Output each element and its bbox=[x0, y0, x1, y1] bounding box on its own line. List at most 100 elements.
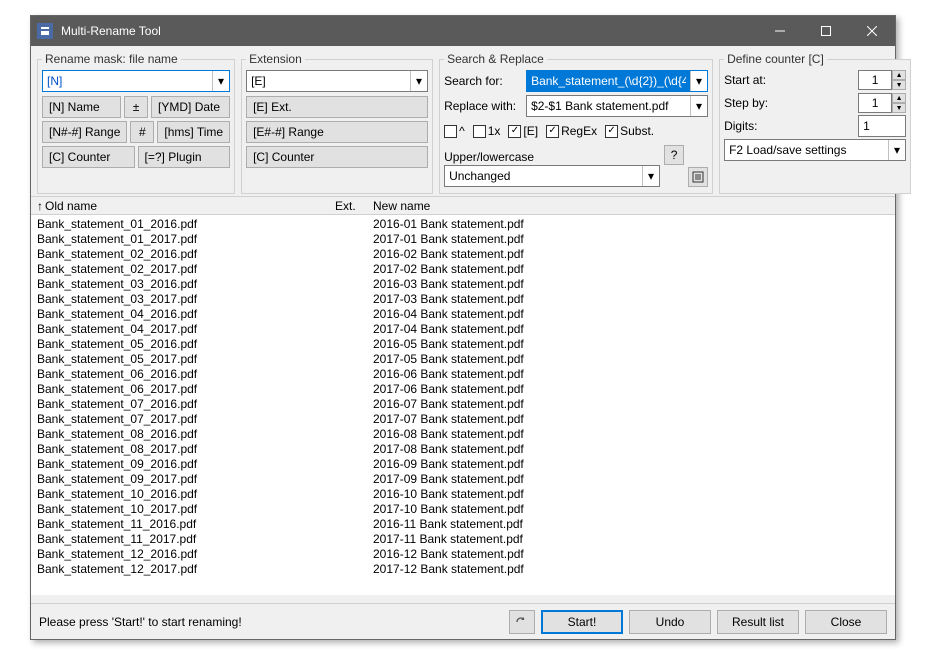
new-name-cell: 2016-07 Bank statement.pdf bbox=[373, 397, 889, 411]
ext-range-button[interactable]: [E#-#] Range bbox=[246, 121, 428, 143]
mask-range-button[interactable]: [N#-#] Range bbox=[42, 121, 127, 143]
new-name-cell: 2017-03 Bank statement.pdf bbox=[373, 292, 889, 306]
table-row[interactable]: Bank_statement_01_2016.pdf2016-01 Bank s… bbox=[37, 216, 889, 231]
app-window: Multi-Rename Tool Rename mask: file name… bbox=[30, 15, 896, 640]
extension-field[interactable] bbox=[247, 71, 410, 91]
table-row[interactable]: Bank_statement_02_2016.pdf2016-02 Bank s… bbox=[37, 246, 889, 261]
table-row[interactable]: Bank_statement_03_2016.pdf2016-03 Bank s… bbox=[37, 276, 889, 291]
extension-input[interactable]: ▾ bbox=[246, 70, 428, 92]
table-row[interactable]: Bank_statement_02_2017.pdf2017-02 Bank s… bbox=[37, 261, 889, 276]
column-ext[interactable]: Ext. bbox=[335, 199, 373, 213]
chevron-down-icon[interactable]: ▾ bbox=[642, 166, 659, 186]
table-row[interactable]: Bank_statement_12_2016.pdf2016-12 Bank s… bbox=[37, 546, 889, 561]
mask-hash-button[interactable]: # bbox=[130, 121, 154, 143]
status-message: Please press 'Start!' to start renaming! bbox=[39, 615, 503, 629]
old-name-cell: Bank_statement_11_2016.pdf bbox=[37, 517, 335, 531]
replace-with-input[interactable]: ▾ bbox=[526, 95, 708, 117]
result-list-button[interactable]: Result list bbox=[717, 610, 799, 634]
close-button[interactable]: Close bbox=[805, 610, 887, 634]
table-row[interactable]: Bank_statement_03_2017.pdf 2017-03 Bank s… bbox=[37, 291, 889, 306]
table-row[interactable]: Bank_statement_11_2017.pdf2017-11 Bank s… bbox=[37, 531, 889, 546]
table-row[interactable]: Bank_statement_12_2017.pdf2017-12 Bank s… bbox=[37, 561, 889, 576]
rename-mask-group: Rename mask: file name ▾ [N] Name ± [YMD… bbox=[37, 52, 235, 194]
table-row[interactable]: Bank_statement_11_2016.pdf2016-11 Bank s… bbox=[37, 516, 889, 531]
rename-mask-input[interactable]: ▾ bbox=[42, 70, 230, 92]
table-row[interactable]: Bank_statement_10_2017.pdf2017-10 Bank s… bbox=[37, 501, 889, 516]
start-button[interactable]: Start! bbox=[541, 610, 623, 634]
once-checkbox[interactable]: 1x bbox=[473, 124, 501, 138]
table-row[interactable]: Bank_statement_08_2017.pdf2017-08 Bank s… bbox=[37, 441, 889, 456]
new-name-cell: 2016-10 Bank statement.pdf bbox=[373, 487, 889, 501]
chevron-down-icon[interactable]: ▾ bbox=[690, 71, 707, 91]
table-row[interactable]: Bank_statement_07_2016.pdf2016-07 Bank s… bbox=[37, 396, 889, 411]
chevron-down-icon[interactable]: ▾ bbox=[690, 96, 707, 116]
regex-checkbox[interactable]: ✓RegEx bbox=[546, 124, 597, 138]
start-at-field[interactable] bbox=[858, 70, 892, 90]
new-name-cell: 2017-02 Bank statement.pdf bbox=[373, 262, 889, 276]
digits-select[interactable]: ▾ bbox=[858, 115, 906, 137]
old-name-cell: Bank_statement_08_2016.pdf bbox=[37, 427, 335, 441]
spin-up-icon[interactable]: ▲ bbox=[892, 93, 906, 103]
ext-checkbox[interactable]: ✓[E] bbox=[508, 124, 538, 138]
table-row[interactable]: Bank_statement_08_2016.pdf2016-08 Bank s… bbox=[37, 426, 889, 441]
ext-counter-button[interactable]: [C] Counter bbox=[246, 146, 428, 168]
search-replace-group: Search & Replace Search for: ▾ Replace w… bbox=[439, 52, 713, 194]
table-row[interactable]: Bank_statement_07_2017.pdf2017-07 Bank s… bbox=[37, 411, 889, 426]
chevron-down-icon[interactable]: ▾ bbox=[888, 140, 905, 160]
search-for-field[interactable] bbox=[527, 71, 690, 91]
help-button[interactable]: ? bbox=[664, 145, 684, 165]
edit-settings-button[interactable] bbox=[688, 167, 708, 187]
case-value[interactable] bbox=[445, 166, 642, 186]
spin-down-icon[interactable]: ▼ bbox=[892, 80, 906, 90]
file-list[interactable]: Bank_statement_01_2016.pdf2016-01 Bank s… bbox=[31, 215, 895, 595]
search-for-label: Search for: bbox=[444, 74, 522, 88]
table-row[interactable]: Bank_statement_06_2017.pdf2017-06 Bank s… bbox=[37, 381, 889, 396]
table-row[interactable]: Bank_statement_04_2016.pdf2016-04 Bank s… bbox=[37, 306, 889, 321]
sort-up-icon: ↑ bbox=[37, 199, 43, 213]
mask-time-button[interactable]: [hms] Time bbox=[157, 121, 230, 143]
ext-ext-button[interactable]: [E] Ext. bbox=[246, 96, 428, 118]
mask-date-button[interactable]: [YMD] Date bbox=[151, 96, 230, 118]
new-name-cell: 2016-06 Bank statement.pdf bbox=[373, 367, 889, 381]
rename-mask-field[interactable] bbox=[43, 71, 212, 91]
spin-up-icon[interactable]: ▲ bbox=[892, 70, 906, 80]
old-name-cell: Bank_statement_12_2017.pdf bbox=[37, 562, 335, 576]
f2-settings-select[interactable]: ▾ bbox=[724, 139, 906, 161]
table-row[interactable]: Bank_statement_09_2017.pdf2017-09 Bank s… bbox=[37, 471, 889, 486]
chevron-down-icon[interactable]: ▾ bbox=[410, 71, 427, 91]
mask-pm-button[interactable]: ± bbox=[124, 96, 148, 118]
mask-name-button[interactable]: [N] Name bbox=[42, 96, 121, 118]
table-row[interactable]: Bank_statement_05_2016.pdf2016-05 Bank s… bbox=[37, 336, 889, 351]
old-name-cell: Bank_statement_03_2017.pdf bbox=[37, 292, 335, 306]
reload-button[interactable] bbox=[509, 610, 535, 634]
table-row[interactable]: Bank_statement_10_2016.pdf2016-10 Bank s… bbox=[37, 486, 889, 501]
f2-settings-field[interactable] bbox=[725, 140, 888, 160]
mask-plugin-button[interactable]: [=?] Plugin bbox=[138, 146, 231, 168]
spin-down-icon[interactable]: ▼ bbox=[892, 103, 906, 113]
table-row[interactable]: Bank_statement_09_2016.pdf2016-09 Bank s… bbox=[37, 456, 889, 471]
close-window-button[interactable] bbox=[849, 16, 895, 46]
step-by-field[interactable] bbox=[858, 93, 892, 113]
undo-button[interactable]: Undo bbox=[629, 610, 711, 634]
column-old-name[interactable]: ↑ Old name bbox=[37, 199, 335, 213]
replace-with-label: Replace with: bbox=[444, 99, 522, 113]
table-row[interactable]: Bank_statement_05_2017.pdf2017-05 Bank s… bbox=[37, 351, 889, 366]
step-by-spinner[interactable]: ▲▼ bbox=[858, 93, 906, 113]
minimize-button[interactable] bbox=[757, 16, 803, 46]
titlebar[interactable]: Multi-Rename Tool bbox=[31, 16, 895, 46]
chevron-down-icon[interactable]: ▾ bbox=[212, 71, 229, 91]
replace-with-field[interactable] bbox=[527, 96, 690, 116]
digits-field[interactable] bbox=[859, 116, 926, 136]
table-row[interactable]: Bank_statement_04_2017.pdf2017-04 Bank s… bbox=[37, 321, 889, 336]
table-row[interactable]: Bank_statement_01_2017.pdf2017-01 Bank s… bbox=[37, 231, 889, 246]
subst-checkbox[interactable]: ✓Subst. bbox=[605, 124, 654, 138]
old-name-cell: Bank_statement_05_2017.pdf bbox=[37, 352, 335, 366]
mask-counter-button[interactable]: [C] Counter bbox=[42, 146, 135, 168]
case-select[interactable]: ▾ bbox=[444, 165, 660, 187]
case-up-checkbox[interactable]: ^ bbox=[444, 124, 465, 138]
search-for-input[interactable]: ▾ bbox=[526, 70, 708, 92]
column-new-name[interactable]: New name bbox=[373, 199, 895, 213]
start-at-spinner[interactable]: ▲▼ bbox=[858, 70, 906, 90]
maximize-button[interactable] bbox=[803, 16, 849, 46]
table-row[interactable]: Bank_statement_06_2016.pdf2016-06 Bank s… bbox=[37, 366, 889, 381]
